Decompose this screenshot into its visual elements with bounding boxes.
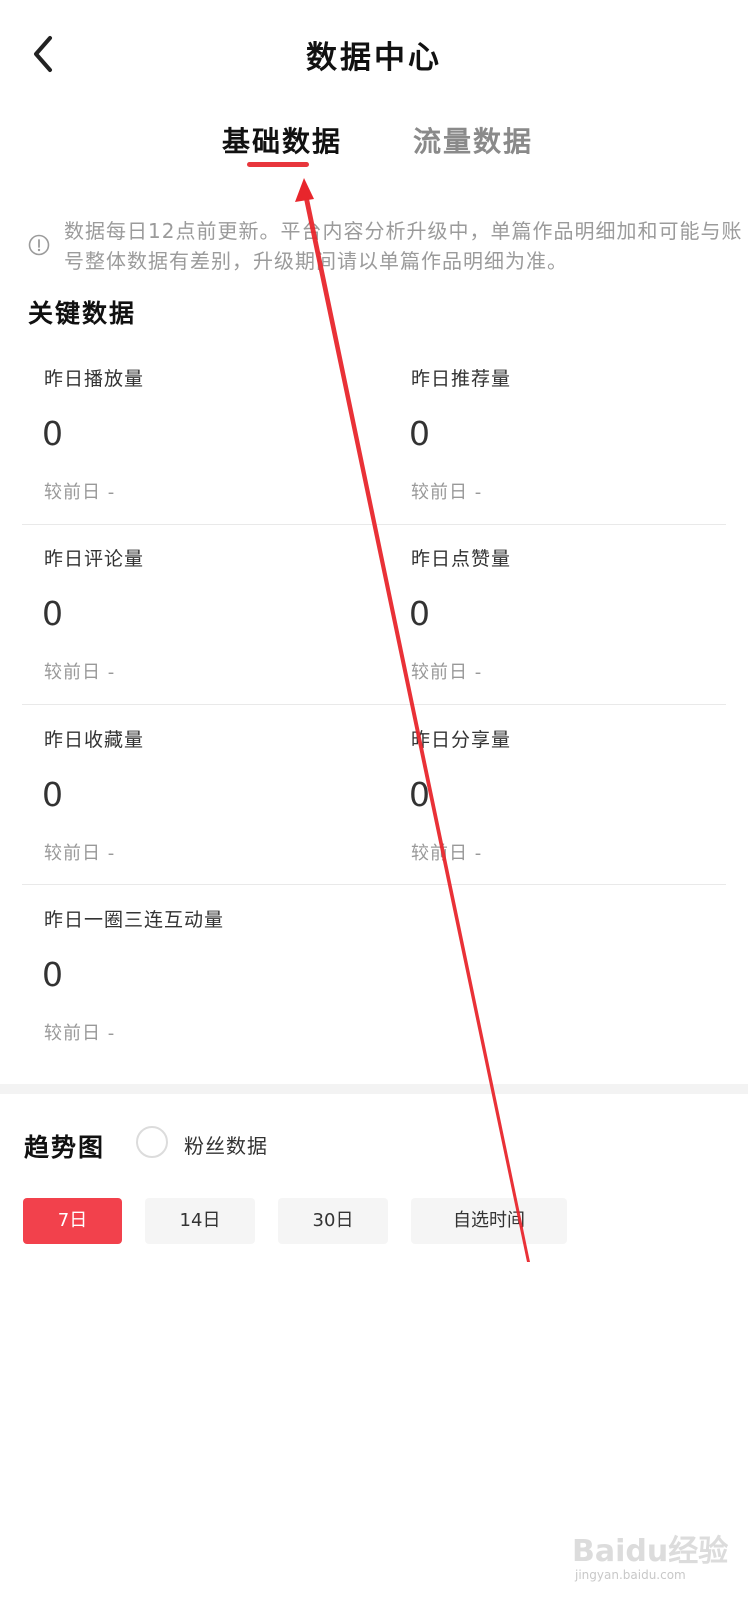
metric-favorite-count[interactable]: 昨日收藏量 0 较前日 - <box>42 701 384 871</box>
notice-text: 数据每日12点前更新。平台内容分析升级中，单篇作品明细加和可能与账号整体数据有差… <box>64 219 743 273</box>
metric-compare: 较前日 - <box>44 1023 116 1044</box>
metric-compare: 较前日 - <box>44 843 116 864</box>
metric-compare: 较前日 - <box>411 843 483 864</box>
tab-basic-data[interactable]: 基础数据 <box>222 120 342 160</box>
metric-value: 0 <box>409 775 430 814</box>
key-data-title: 关键数据 <box>28 299 137 328</box>
range-custom-button[interactable]: 自选时间 <box>411 1198 567 1244</box>
metric-share-count[interactable]: 昨日分享量 0 较前日 - <box>409 701 748 871</box>
metric-value: 0 <box>409 594 430 633</box>
baidu-jingyan-watermark: Baidu经验 <box>572 1534 729 1569</box>
metric-compare: 较前日 - <box>44 662 116 683</box>
range-7-days-button[interactable]: 7日 <box>23 1198 122 1244</box>
metric-value: 0 <box>42 594 63 633</box>
metric-compare: 较前日 - <box>44 482 116 503</box>
metric-label: 昨日分享量 <box>411 729 512 751</box>
metric-comment-count[interactable]: 昨日评论量 0 较前日 - <box>42 520 384 690</box>
metric-label: 昨日播放量 <box>44 368 145 390</box>
fans-data-radio[interactable] <box>136 1126 168 1158</box>
metrics-grid: 昨日播放量 0 较前日 - 昨日推荐量 0 较前日 - 昨日评论量 0 较前日 … <box>0 340 748 1090</box>
metric-value: 0 <box>42 775 63 814</box>
header: 数据中心 <box>0 0 748 110</box>
range-30-days-button[interactable]: 30日 <box>278 1198 388 1244</box>
metric-value: 0 <box>42 955 63 994</box>
metric-compare: 较前日 - <box>411 662 483 683</box>
metric-like-count[interactable]: 昨日点赞量 0 较前日 - <box>409 520 748 690</box>
active-tab-indicator <box>247 162 309 167</box>
metric-compare: 较前日 - <box>411 482 483 503</box>
info-icon <box>28 234 50 256</box>
watermark-url: jingyan.baidu.com <box>575 1568 686 1582</box>
range-14-days-button[interactable]: 14日 <box>145 1198 255 1244</box>
metric-value: 0 <box>409 414 430 453</box>
tab-traffic-data[interactable]: 流量数据 <box>413 120 533 160</box>
section-separator <box>0 1084 748 1094</box>
metric-label: 昨日推荐量 <box>411 368 512 390</box>
fans-data-label[interactable]: 粉丝数据 <box>184 1130 268 1159</box>
metric-label: 昨日评论量 <box>44 548 145 570</box>
metric-play-count[interactable]: 昨日播放量 0 较前日 - <box>42 340 384 510</box>
metric-label: 昨日点赞量 <box>411 548 512 570</box>
metric-value: 0 <box>42 414 63 453</box>
update-notice: 数据每日12点前更新。平台内容分析升级中，单篇作品明细加和可能与账号整体数据有差… <box>26 216 741 276</box>
page-title: 数据中心 <box>306 40 442 76</box>
metric-label: 昨日收藏量 <box>44 729 145 751</box>
metric-recommend-count[interactable]: 昨日推荐量 0 较前日 - <box>409 340 748 510</box>
metric-label: 昨日一圈三连互动量 <box>44 909 225 931</box>
metric-triple-interaction-count[interactable]: 昨日一圈三连互动量 0 较前日 - <box>42 881 384 1051</box>
tab-bar: 基础数据 流量数据 <box>0 118 748 178</box>
trend-title: 趋势图 <box>24 1133 106 1162</box>
